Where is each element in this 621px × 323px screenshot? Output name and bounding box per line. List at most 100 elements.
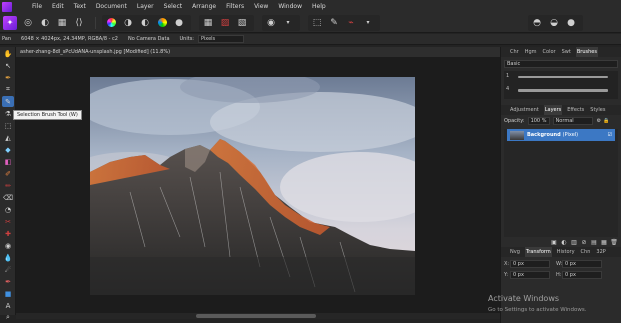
blend-mode-select[interactable]: Normal [552, 117, 593, 125]
delete-layer-icon[interactable]: 🗑 [610, 239, 618, 246]
horizontal-scrollbar[interactable] [16, 313, 500, 319]
red-eye-tool-icon[interactable]: ◉ [2, 240, 14, 251]
menu-document[interactable]: Document [96, 0, 127, 13]
settings-gear-icon[interactable]: ⚙ [597, 118, 601, 124]
tab-color[interactable]: Color [542, 47, 557, 57]
menu-file[interactable]: File [32, 0, 42, 13]
pixel-tool-icon[interactable]: ✏ [2, 180, 14, 191]
photo-persona-icon[interactable]: ✦ [3, 15, 17, 30]
quick-mask-icon[interactable]: ◉ [264, 16, 278, 30]
menu-arrange[interactable]: Arrange [192, 0, 216, 13]
mountain-photo [90, 77, 415, 295]
zoom-tool-icon[interactable]: ⌕ [2, 312, 14, 323]
tab-adjustment[interactable]: Adjustment [509, 105, 540, 115]
user-icon[interactable]: ● [564, 16, 578, 30]
color-picker-tool-icon[interactable]: ✒ [2, 72, 14, 83]
tab-layers[interactable]: Layers [543, 105, 563, 115]
clone-brush-tool-icon[interactable]: ✂ [2, 216, 14, 227]
crop-tool-icon[interactable]: ⌗ [2, 84, 14, 95]
visibility-checkbox-icon[interactable]: ☑ [608, 132, 612, 138]
tab-histogram[interactable]: Hgm [524, 47, 538, 57]
erase-brush-tool-icon[interactable]: ⌫ [2, 192, 14, 203]
export-persona-icon[interactable]: ⟨⟩ [72, 16, 86, 30]
tab-character[interactable]: Chr [509, 47, 520, 57]
arrange-group: ◓ ◒ ● [528, 14, 583, 31]
tab-32p[interactable]: 32P [595, 247, 606, 257]
paint-brush-tool-icon[interactable]: ✐ [2, 168, 14, 179]
menu-layer[interactable]: Layer [137, 0, 154, 13]
menu-text[interactable]: Text [74, 0, 86, 13]
auto-white-balance-icon[interactable]: ● [172, 16, 186, 30]
mountain-image [90, 77, 415, 295]
document-tab[interactable]: asher-zhang-8dl_sPcUdANA-unsplash.jpg [M… [16, 47, 500, 57]
opacity-field[interactable]: 100 % [527, 117, 550, 125]
dodge-brush-tool-icon[interactable]: ◔ [2, 204, 14, 215]
fx-icon[interactable]: ⊘ [580, 239, 588, 246]
develop-persona-icon[interactable]: ◐ [38, 16, 52, 30]
deselect-icon[interactable]: ▨ [218, 16, 232, 30]
color-wheel-icon[interactable] [104, 16, 118, 30]
refine-icon[interactable]: ⬚ [310, 16, 324, 30]
scrollbar-thumb[interactable] [196, 314, 316, 318]
shape-tool-icon[interactable]: ■ [2, 288, 14, 299]
tab-transform[interactable]: Transform [524, 247, 552, 257]
brush-category-select[interactable]: Basic [504, 60, 618, 68]
live-filter-icon[interactable]: ▥ [570, 239, 578, 246]
view-tool-icon[interactable]: ✋ [2, 48, 14, 59]
layer-mask-icon[interactable]: ▣ [550, 239, 558, 246]
tone-mapping-persona-icon[interactable]: ▦ [55, 16, 69, 30]
flood-fill-tool-icon[interactable]: ◆ [2, 144, 14, 155]
selection-brush-tool-icon[interactable]: ✎ [2, 96, 14, 107]
blur-brush-tool-icon[interactable]: 💧 [2, 252, 14, 263]
select-all-icon[interactable]: ▦ [201, 16, 215, 30]
menu-window[interactable]: Window [278, 0, 302, 13]
liquify-persona-icon[interactable]: ◎ [21, 16, 35, 30]
layer-row-background[interactable]: Background (Pixel) ☑ [507, 129, 615, 141]
brush-stroke-preview[interactable] [518, 89, 608, 92]
tab-history[interactable]: History [556, 247, 576, 257]
brush-stroke-preview[interactable] [518, 76, 608, 78]
tool-tooltip: Selection Brush Tool (W) [13, 110, 82, 120]
group-layer-icon[interactable]: ▤ [590, 239, 598, 246]
freehand-selection-tool-icon[interactable]: ◭ [2, 132, 14, 143]
tab-navigator[interactable]: Nvg [509, 247, 521, 257]
auto-contrast-icon[interactable]: ◐ [138, 16, 152, 30]
tab-swatches[interactable]: Swt [561, 47, 572, 57]
tab-brushes[interactable]: Brushes [575, 47, 598, 57]
blemish-removal-tool-icon[interactable]: ✚ [2, 228, 14, 239]
menu-help[interactable]: Help [312, 0, 326, 13]
tools-panel: ✋ ↖ ✒ ⌗ ✎ ⚗ ⬚ ◭ ◆ ◧ ✐ ✏ ⌫ ◔ ✂ ✚ ◉ 💧 ☄ ✒ … [0, 47, 16, 321]
x-field[interactable]: 0 px [510, 260, 550, 268]
lock-icon[interactable]: 🔒 [603, 118, 609, 124]
tab-styles[interactable]: Styles [589, 105, 606, 115]
snapping-icon[interactable]: ⌁ [344, 16, 358, 30]
add-layer-icon[interactable]: ▦ [600, 239, 608, 246]
menu-filters[interactable]: Filters [226, 0, 244, 13]
arrange-forward-icon[interactable]: ◒ [547, 16, 561, 30]
dropdown-arrow-icon[interactable]: ▾ [281, 16, 295, 30]
menu-select[interactable]: Select [164, 0, 183, 13]
smudge-brush-tool-icon[interactable]: ☄ [2, 264, 14, 275]
units-select[interactable]: Pixels [197, 35, 244, 43]
gradient-tool-icon[interactable]: ◧ [2, 156, 14, 167]
adjustment-layer-icon[interactable]: ◐ [560, 239, 568, 246]
dropdown-arrow-icon[interactable]: ▾ [361, 16, 375, 30]
canvas-area[interactable] [16, 57, 500, 313]
pen-tool-icon[interactable]: ✒ [2, 276, 14, 287]
w-field[interactable]: 0 px [562, 260, 602, 268]
text-tool-icon[interactable]: A [2, 300, 14, 311]
y-field[interactable]: 0 px [510, 271, 550, 279]
invert-selection-icon[interactable]: ▧ [235, 16, 249, 30]
marquee-tool-icon[interactable]: ⬚ [2, 120, 14, 131]
auto-colors-icon[interactable] [155, 16, 169, 30]
h-field[interactable]: 0 px [562, 271, 602, 279]
assistant-icon[interactable]: ✎ [327, 16, 341, 30]
main-toolbar: ✦ ◎ ◐ ▦ ⟨⟩ ◑ ◐ ● ▦ ▨ ▧ ◉ ▾ ⬚ ✎ ⌁ ▾ ◓ ◒ ● [0, 13, 621, 33]
move-tool-icon[interactable]: ↖ [2, 60, 14, 71]
menu-edit[interactable]: Edit [52, 0, 64, 13]
arrange-back-icon[interactable]: ◓ [530, 16, 544, 30]
menu-view[interactable]: View [254, 0, 268, 13]
tab-channels[interactable]: Chn [580, 247, 592, 257]
auto-levels-icon[interactable]: ◑ [121, 16, 135, 30]
tab-effects[interactable]: Effects [566, 105, 585, 115]
